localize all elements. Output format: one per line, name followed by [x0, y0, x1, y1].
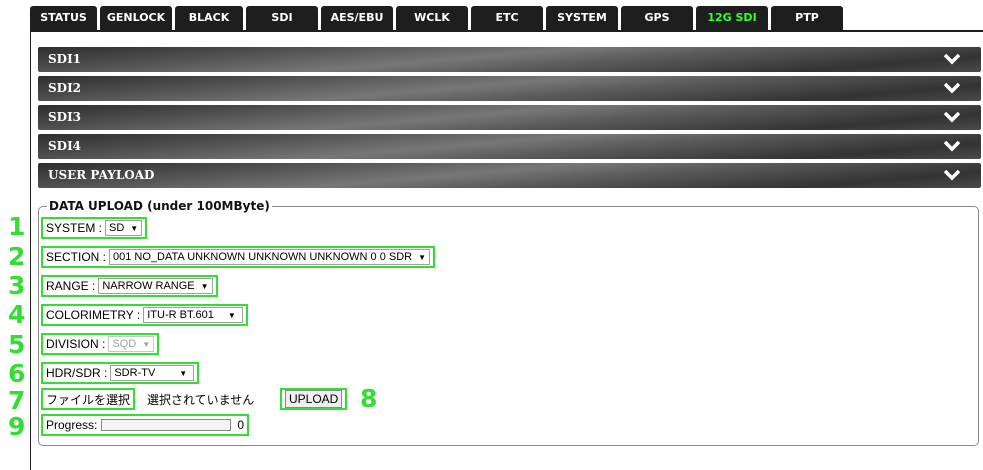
range-select[interactable]: NARROW RANGE ▼	[98, 278, 213, 294]
progress-value: 0	[237, 418, 245, 432]
dropdown-arrow-icon: ▼	[200, 281, 209, 291]
dropdown-arrow-icon: ▼	[142, 339, 151, 349]
chevron-down-icon	[943, 82, 961, 94]
accordion-sdi4[interactable]: SDI4	[38, 134, 981, 159]
hdr-sdr-select[interactable]: SDR-TV ▼	[110, 365, 195, 381]
chevron-down-icon	[943, 140, 961, 152]
chevron-down-icon	[943, 169, 961, 181]
callout-number: 6	[8, 359, 26, 388]
accordion-user-payload[interactable]: USER PAYLOAD	[38, 163, 981, 188]
accordion-sdi3[interactable]: SDI3	[38, 105, 981, 130]
dropdown-arrow-icon: ▼	[227, 310, 236, 320]
accordion-label: SDI4	[48, 139, 82, 153]
progress-bar	[101, 419, 232, 431]
tab-status[interactable]: STATUS	[30, 6, 97, 30]
hdr-sdr-value: SDR-TV	[114, 367, 156, 379]
division-select: SQD ▼	[108, 336, 155, 352]
tab-genlock[interactable]: GENLOCK	[100, 6, 172, 30]
chevron-down-icon	[943, 53, 961, 65]
hdr-sdr-label: HDR/SDR :	[46, 366, 108, 380]
accordion-label: SDI3	[48, 110, 82, 124]
tab-black[interactable]: BLACK	[175, 6, 243, 30]
tab-etc[interactable]: ETC	[471, 6, 543, 30]
dropdown-arrow-icon: ▼	[418, 252, 427, 262]
upload-button-highlight: UPLOAD	[280, 388, 348, 410]
accordion-label: SDI1	[48, 52, 82, 66]
tab-system[interactable]: SYSTEM	[546, 6, 618, 30]
callout-number: 3	[8, 271, 26, 300]
division-row: DIVISION : SQD ▼	[41, 333, 160, 355]
tab-bar: STATUS GENLOCK BLACK SDI AES/EBU WCLK ET…	[30, 6, 983, 30]
colorimetry-row: COLORIMETRY : ITU-R BT.601 ▼	[41, 304, 248, 326]
tab-baseline	[30, 30, 983, 32]
colorimetry-value: ITU-R BT.601	[147, 309, 214, 321]
accordion-sdi2[interactable]: SDI2	[38, 76, 981, 101]
section-row: SECTION : 001 NO_DATA UNKNOWN UNKNOWN UN…	[41, 246, 436, 268]
callout-number: 8	[360, 384, 378, 413]
tab-12g-sdi[interactable]: 12G SDI	[696, 6, 768, 30]
dropdown-arrow-icon: ▼	[130, 223, 139, 233]
callout-number: 1	[8, 212, 26, 241]
section-select[interactable]: 001 NO_DATA UNKNOWN UNKNOWN UNKNOWN 0 0 …	[109, 249, 431, 265]
colorimetry-label: COLORIMETRY :	[46, 308, 141, 322]
division-label: DIVISION :	[46, 337, 106, 351]
progress-label: Progress:	[46, 418, 98, 432]
dropdown-arrow-icon: ▼	[179, 368, 188, 378]
range-label: RANGE :	[46, 279, 96, 293]
content-border	[30, 32, 31, 470]
range-value: NARROW RANGE	[102, 280, 195, 292]
accordion-sdi1[interactable]: SDI1	[38, 47, 981, 72]
system-value: SD	[109, 222, 125, 234]
system-label: SYSTEM :	[46, 221, 103, 235]
file-status-text: 選択されていません	[147, 393, 255, 407]
accordion-label: SDI2	[48, 81, 82, 95]
callout-number: 4	[8, 300, 26, 329]
choose-file-button[interactable]: ファイルを選択	[46, 391, 130, 408]
data-upload-fieldset	[38, 206, 979, 446]
section-label: SECTION :	[46, 250, 107, 264]
system-select[interactable]: SD ▼	[105, 220, 143, 236]
tab-sdi[interactable]: SDI	[246, 6, 318, 30]
callout-number: 7	[8, 386, 26, 415]
hdr-sdr-row: HDR/SDR : SDR-TV ▼	[41, 362, 200, 384]
colorimetry-select[interactable]: ITU-R BT.601 ▼	[143, 307, 243, 323]
progress-row: Progress: 0	[41, 414, 250, 436]
tab-ptp[interactable]: PTP	[771, 6, 843, 30]
file-chooser-highlight: ファイルを選択	[41, 388, 136, 410]
range-row: RANGE : NARROW RANGE ▼	[41, 275, 218, 297]
upload-button[interactable]: UPLOAD	[285, 390, 343, 408]
callout-number: 2	[8, 242, 26, 271]
accordion-label: USER PAYLOAD	[48, 168, 155, 182]
tab-wclk[interactable]: WCLK	[396, 6, 468, 30]
system-row: SYSTEM : SD ▼	[41, 217, 148, 239]
callout-number: 9	[8, 412, 26, 441]
chevron-down-icon	[943, 111, 961, 123]
tab-gps[interactable]: GPS	[621, 6, 693, 30]
division-value: SQD	[112, 338, 137, 350]
data-upload-legend: DATA UPLOAD (under 100MByte)	[47, 199, 272, 213]
callout-number: 5	[8, 330, 26, 359]
section-value: 001 NO_DATA UNKNOWN UNKNOWN UNKNOWN 0 0 …	[113, 251, 413, 263]
tab-aes-ebu[interactable]: AES/EBU	[321, 6, 393, 30]
